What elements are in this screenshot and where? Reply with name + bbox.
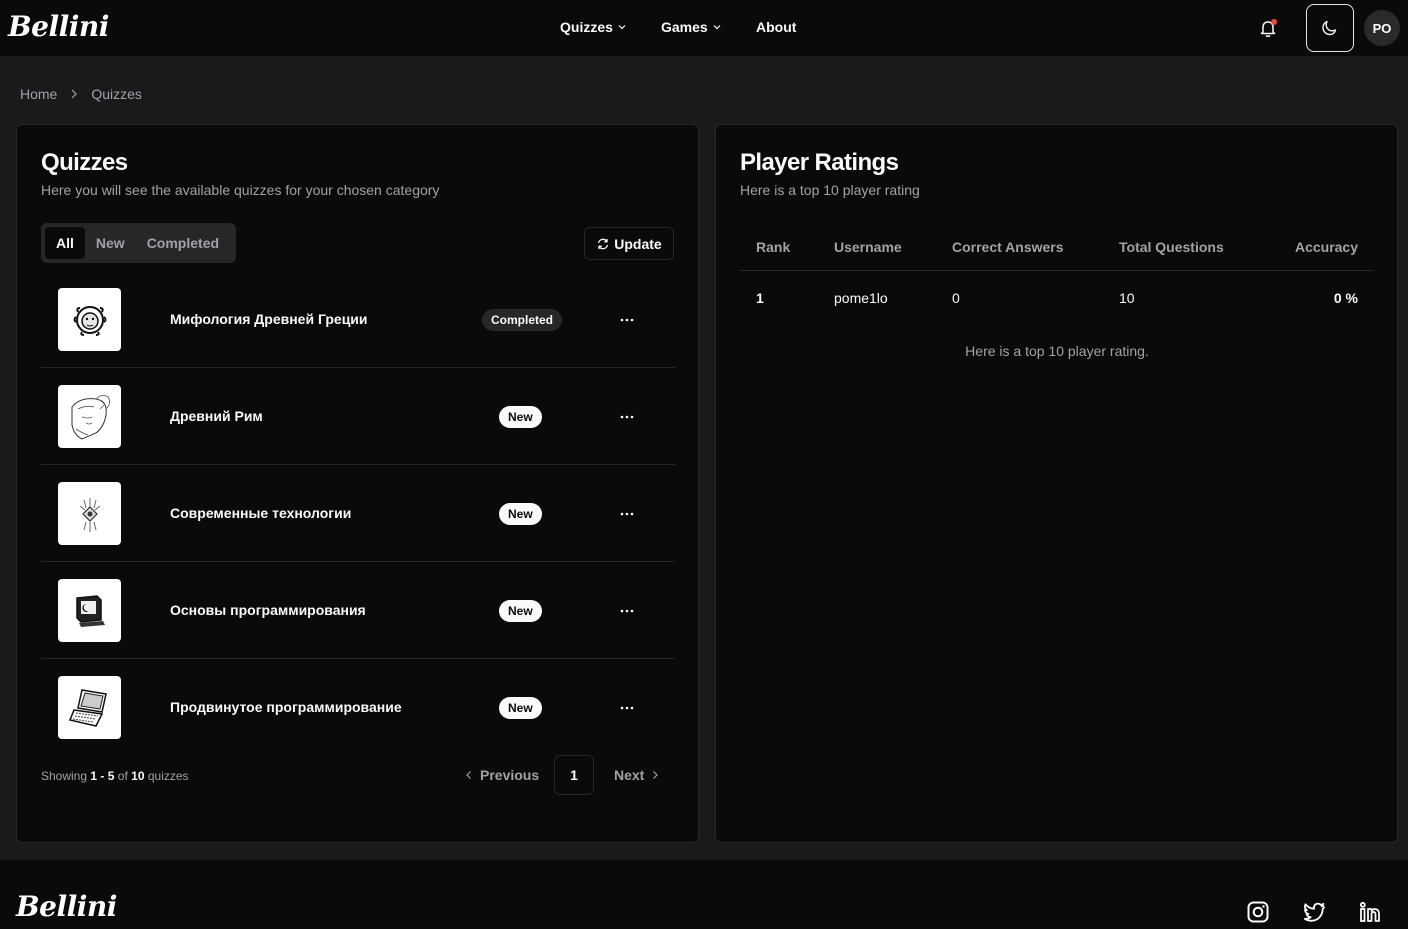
pagination-summary: Showing 1 - 5 of 10 quizzes xyxy=(41,769,189,783)
chevron-down-icon xyxy=(713,25,721,30)
status-badge: New xyxy=(499,406,542,428)
showing-suffix: quizzes xyxy=(147,769,189,783)
update-label: Update xyxy=(614,235,662,252)
circuit-icon xyxy=(58,482,121,545)
refresh-icon xyxy=(598,238,609,249)
next-page-button[interactable]: Next xyxy=(614,767,660,783)
breadcrumb-home[interactable]: Home xyxy=(20,86,57,102)
moon-icon xyxy=(1322,20,1337,36)
ratings-subtitle: Here is a top 10 player rating xyxy=(740,182,920,198)
status-badge: New xyxy=(499,697,542,719)
quizzes-card: Quizzes Here you will see the available … xyxy=(16,124,699,843)
more-options-icon[interactable] xyxy=(617,504,637,524)
linkedin-icon[interactable] xyxy=(1358,900,1382,924)
tab-all[interactable]: All xyxy=(45,227,85,259)
more-options-icon[interactable] xyxy=(617,407,637,427)
nav-about-label: About xyxy=(756,19,797,35)
status-badge: New xyxy=(499,600,542,622)
tab-completed[interactable]: Completed xyxy=(136,227,230,259)
bell-icon[interactable] xyxy=(1257,17,1279,39)
chevron-right-icon xyxy=(71,89,78,99)
quiz-row[interactable]: Основы программирования New xyxy=(41,562,675,659)
chevron-left-icon xyxy=(466,771,471,779)
previous-label: Previous xyxy=(480,767,540,783)
update-button[interactable]: Update xyxy=(584,227,674,260)
chevron-down-icon xyxy=(618,25,626,30)
previous-page-button[interactable]: Previous xyxy=(464,767,539,783)
showing-from: 1 xyxy=(90,769,98,783)
correct-answers-cell: 0 xyxy=(952,290,960,306)
medusa-icon xyxy=(58,288,121,351)
username-cell: pome1lo xyxy=(834,290,888,306)
showing-total: 10 xyxy=(131,769,145,783)
column-rank: Rank xyxy=(756,239,791,255)
quiz-title: Современные технологии xyxy=(170,505,352,521)
more-options-icon[interactable] xyxy=(617,310,637,330)
instagram-icon[interactable] xyxy=(1246,900,1270,924)
chevron-right-icon xyxy=(653,771,659,779)
ratings-title: Player Ratings xyxy=(740,149,899,176)
column-username: Username xyxy=(834,239,902,255)
quiz-title: Продвинутое программирование xyxy=(170,699,402,715)
breadcrumb-current: Quizzes xyxy=(91,86,142,102)
quiz-title: Мифология Древней Греции xyxy=(170,311,368,327)
tab-new[interactable]: New xyxy=(85,227,136,259)
quiz-filter-tabs: All New Completed xyxy=(41,223,236,263)
next-label: Next xyxy=(614,767,645,783)
top-navbar: Bellini Quizzes Games About PO xyxy=(0,0,1408,56)
quizzes-subtitle: Here you will see the available quizzes … xyxy=(41,182,440,198)
twitter-icon[interactable] xyxy=(1302,900,1326,924)
quiz-row[interactable]: Древний Рим New xyxy=(41,368,675,465)
table-row: 1 pome1lo 0 10 0 % xyxy=(740,272,1374,324)
footer-logo[interactable]: Bellini xyxy=(16,890,117,923)
showing-prefix: Showing xyxy=(41,769,88,783)
status-badge: New xyxy=(499,503,542,525)
showing-of: of xyxy=(117,769,128,783)
breadcrumb: Home Quizzes xyxy=(20,86,142,102)
more-options-icon[interactable] xyxy=(617,601,637,621)
quiz-title: Основы программирования xyxy=(170,602,366,618)
status-badge: Completed xyxy=(482,309,563,331)
more-options-icon[interactable] xyxy=(617,698,637,718)
accuracy-cell: 0 % xyxy=(1333,290,1358,306)
page-number-button[interactable]: 1 xyxy=(554,755,594,795)
nav-about[interactable]: About xyxy=(756,19,796,35)
total-questions-cell: 10 xyxy=(1119,290,1135,306)
quizzes-title: Quizzes xyxy=(41,149,128,176)
user-avatar[interactable]: PO xyxy=(1364,10,1400,46)
theme-toggle-button[interactable] xyxy=(1306,4,1354,52)
roman-statue-icon xyxy=(58,385,121,448)
quiz-row[interactable]: Продвинутое программирование New xyxy=(41,659,675,756)
table-caption: Here is a top 10 player rating. xyxy=(965,343,1149,359)
showing-to: 5 xyxy=(107,769,115,783)
ratings-card: Player Ratings Here is a top 10 player r… xyxy=(715,124,1398,843)
laptop-icon xyxy=(58,676,121,739)
column-correct-answers: Correct Answers xyxy=(952,239,1064,255)
quiz-title: Древний Рим xyxy=(170,408,263,424)
showing-dash: - xyxy=(100,769,105,783)
nav-games-label: Games xyxy=(661,19,708,35)
column-accuracy: Accuracy xyxy=(1294,239,1358,255)
rank-cell: 1 xyxy=(756,290,764,306)
quiz-row[interactable]: Мифология Древней Греции Completed xyxy=(41,271,675,368)
retro-computer-icon xyxy=(58,579,121,642)
nav-games[interactable]: Games xyxy=(661,19,721,35)
ratings-table-header: Rank Username Correct Answers Total Ques… xyxy=(740,223,1374,271)
brand-logo[interactable]: Bellini xyxy=(8,10,109,43)
footer: Bellini xyxy=(0,860,1408,929)
nav-quizzes[interactable]: Quizzes xyxy=(560,19,626,35)
quiz-row[interactable]: Современные технологии New xyxy=(41,465,675,562)
column-total-questions: Total Questions xyxy=(1119,239,1224,255)
nav-quizzes-label: Quizzes xyxy=(560,19,613,35)
